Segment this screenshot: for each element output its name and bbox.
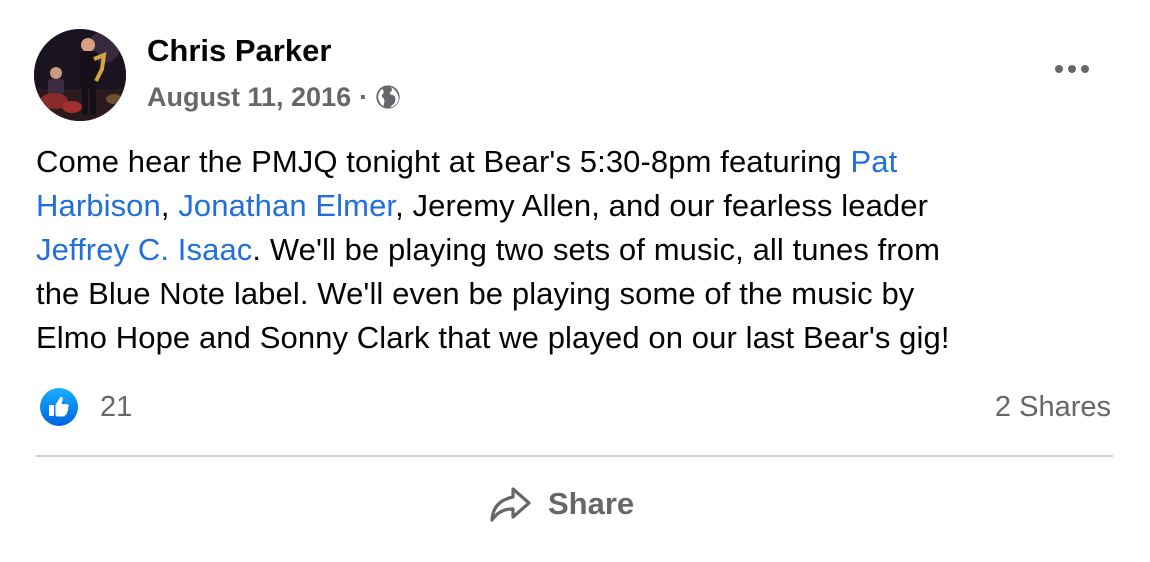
more-dot	[1081, 65, 1089, 73]
share-arrow-icon	[490, 487, 531, 522]
share-label: Share	[548, 486, 635, 521]
share-button[interactable]: Share	[488, 478, 664, 530]
globe-icon[interactable]	[374, 83, 402, 111]
mention-link[interactable]: Pat	[851, 144, 898, 179]
meta-separator: ·	[359, 81, 369, 112]
facebook-post: Chris Parker August 11, 2016 · Come hear…	[0, 0, 1150, 562]
more-dot	[1068, 65, 1076, 73]
post-text-segment: , Jeremy Allen, and our fearless leader	[395, 188, 929, 223]
post-text-line: the Blue Note label. We'll even be playi…	[36, 272, 1126, 316]
avatar-photo	[34, 29, 126, 121]
post-text-line: Harbison, Jonathan Elmer, Jeremy Allen, …	[36, 184, 1126, 228]
more-options-icon[interactable]	[1046, 52, 1098, 86]
like-icon[interactable]	[39, 387, 79, 427]
author-name[interactable]: Chris Parker	[147, 32, 331, 70]
post-text-segment: . We'll be playing two sets of music, al…	[252, 232, 941, 267]
avatar[interactable]	[34, 29, 126, 121]
post-text-segment: Come hear the PMJQ tonight at Bear's 5:3…	[36, 144, 851, 179]
like-count[interactable]: 21	[100, 388, 132, 426]
mention-link[interactable]: Jonathan Elmer	[178, 188, 395, 223]
divider	[36, 455, 1113, 457]
mention-link[interactable]: Jeffrey C. Isaac	[36, 232, 252, 267]
mention-link[interactable]: Harbison	[36, 188, 161, 223]
post-text-line: Jeffrey C. Isaac. We'll be playing two s…	[36, 228, 1126, 272]
post-text-segment: the Blue Note label. We'll even be playi…	[36, 276, 915, 311]
post-text: Come hear the PMJQ tonight at Bear's 5:3…	[36, 140, 1126, 360]
post-text-segment: Elmo Hope and Sonny Clark that we played…	[36, 320, 950, 355]
post-text-line: Come hear the PMJQ tonight at Bear's 5:3…	[36, 140, 1126, 184]
shares-count[interactable]: 2 Shares	[995, 388, 1111, 426]
post-text-segment: ,	[160, 188, 179, 223]
more-dot	[1055, 65, 1063, 73]
post-date[interactable]: August 11, 2016	[147, 82, 351, 113]
post-text-line: Elmo Hope and Sonny Clark that we played…	[36, 316, 1126, 360]
post-meta: August 11, 2016 ·	[147, 80, 402, 114]
